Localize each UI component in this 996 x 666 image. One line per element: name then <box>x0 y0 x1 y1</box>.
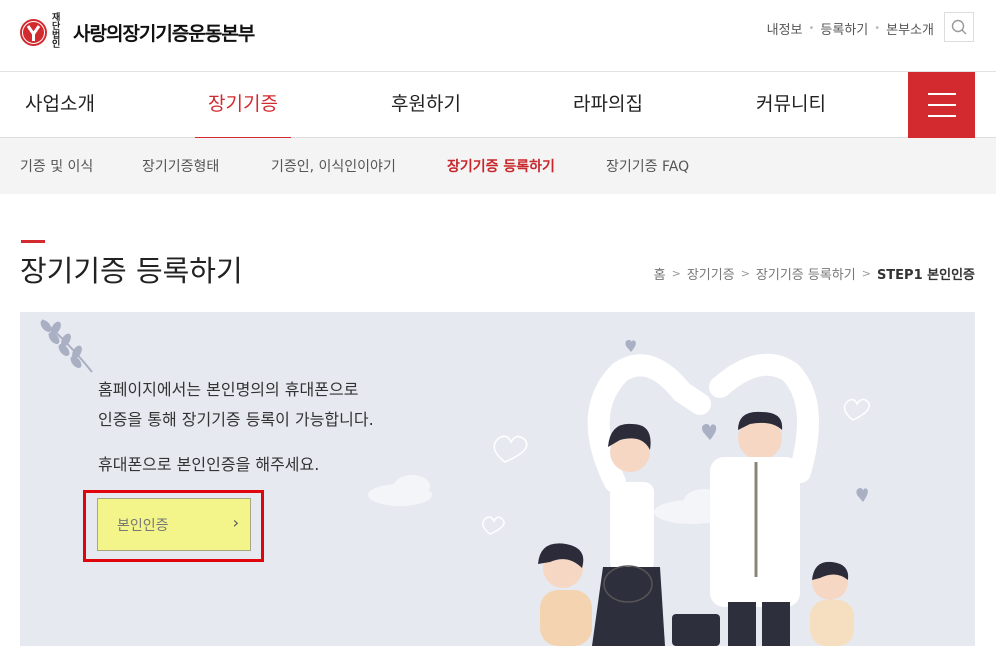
breadcrumb: 홈 > 장기기증 > 장기기증 등록하기 > STEP1 본인인증 <box>654 264 975 283</box>
identity-verification-button[interactable]: 본인인증 › <box>97 498 251 551</box>
util-separator: • <box>874 23 881 34</box>
intro-line-1: 홈페이지에서는 본인명의의 휴대폰으로 <box>98 380 359 399</box>
chevron-right-icon: > <box>671 267 681 280</box>
breadcrumb-donation[interactable]: 장기기증 <box>687 264 735 283</box>
lnb-item-register[interactable]: 장기기증 등록하기 <box>447 138 555 196</box>
instruction-text: 휴대폰으로 본인인증을 해주세요. <box>98 455 320 474</box>
gnb-item-support[interactable]: 후원하기 <box>391 72 461 138</box>
main-navigation: 사업소개 장기기증 후원하기 라파의집 커뮤니티 <box>0 72 996 139</box>
logo-name: 사랑의장기기증운동본부 <box>73 22 255 45</box>
sub-navigation: 기증 및 이식 장기기증형태 기증인, 이식인이야기 장기기증 등록하기 장기기… <box>0 138 996 194</box>
gnb-item-donation[interactable]: 장기기증 <box>195 72 291 139</box>
top-bar: 재단법인 사랑의장기기증운동본부 내정보 • 등록하기 • 본부소개 <box>0 0 996 72</box>
intro-text: 홈페이지에서는 본인명의의 휴대폰으로 인증을 통해 장기기증 등록이 가능합니… <box>98 375 374 435</box>
breadcrumb-current: STEP1 본인인증 <box>876 268 975 283</box>
util-separator: • <box>808 23 815 34</box>
util-link-register[interactable]: 등록하기 <box>820 19 868 38</box>
breadcrumb-home[interactable]: 홈 <box>654 264 666 283</box>
chevron-right-icon: > <box>861 267 871 280</box>
breadcrumb-register[interactable]: 장기기증 등록하기 <box>756 264 856 283</box>
gnb-item-rapha-house[interactable]: 라파의집 <box>573 72 643 138</box>
site-logo[interactable]: 재단법인 사랑의장기기증운동본부 <box>20 13 255 50</box>
certification-banner: 홈페이지에서는 본인명의의 휴대폰으로 인증을 통해 장기기증 등록이 가능합니… <box>20 312 975 646</box>
search-button[interactable] <box>944 12 974 42</box>
lnb-item-donation-types[interactable]: 장기기증형태 <box>142 138 219 196</box>
chevron-right-icon: > <box>740 267 750 280</box>
menu-button[interactable] <box>908 72 975 138</box>
chevron-right-icon: › <box>232 513 239 532</box>
util-link-about[interactable]: 본부소개 <box>886 19 934 38</box>
search-icon <box>951 19 967 35</box>
title-accent-bar <box>21 240 45 243</box>
lnb-item-stories[interactable]: 기증인, 이식인이야기 <box>271 138 396 196</box>
family-illustration <box>40 319 871 646</box>
identity-verification-label: 본인인증 <box>117 518 169 534</box>
lnb-item-faq[interactable]: 장기기증 FAQ <box>606 138 689 196</box>
intro-line-2: 인증을 통해 장기기증 등록이 가능합니다. <box>98 410 374 429</box>
leaf-branch-icon <box>40 319 93 373</box>
logo-sub-label: 재단법인 <box>52 13 61 50</box>
page-title: 장기기증 등록하기 <box>20 254 243 288</box>
utility-links: 내정보 • 등록하기 • 본부소개 <box>767 19 934 38</box>
util-link-myinfo[interactable]: 내정보 <box>767 19 803 38</box>
logo-emblem-icon <box>20 18 47 46</box>
gnb-item-business[interactable]: 사업소개 <box>25 72 95 138</box>
gnb-item-community[interactable]: 커뮤니티 <box>756 72 826 138</box>
lnb-item-donation-transplant[interactable]: 기증 및 이식 <box>20 138 93 196</box>
